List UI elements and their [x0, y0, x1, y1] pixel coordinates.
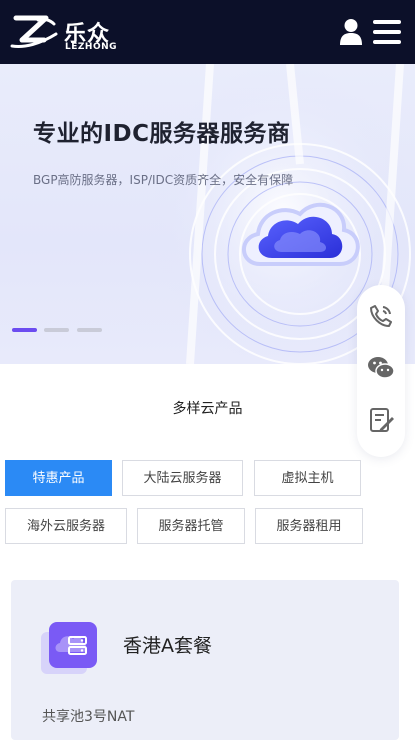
product-description: 共享池3号NAT: [42, 709, 135, 725]
product-card[interactable]: 香港A套餐 共享池3号NAT: [11, 580, 399, 740]
tab-mainland-cloud[interactable]: 大陆云服务器: [122, 460, 243, 496]
phone-icon[interactable]: [366, 301, 396, 331]
user-icon[interactable]: [339, 18, 363, 46]
floating-contact-bar: [357, 285, 405, 457]
tab-overseas-cloud[interactable]: 海外云服务器: [5, 508, 127, 544]
section-title: 多样云产品: [172, 401, 243, 417]
banner-subtitle: BGP高防服务器，ISP/IDC资质齐全，安全有保障: [33, 173, 294, 187]
tab-virtual-host[interactable]: 虚拟主机: [254, 460, 361, 496]
wechat-icon[interactable]: [366, 353, 396, 383]
top-header: 乐众 LEZHONG: [0, 0, 415, 64]
hamburger-menu-icon[interactable]: [373, 19, 401, 45]
slide-dot[interactable]: [12, 328, 37, 332]
tab-server-hosting[interactable]: 服务器托管: [137, 508, 245, 544]
product-name: 香港A套餐: [123, 635, 212, 657]
banner-title: 专业的IDC服务器服务商: [33, 121, 291, 147]
hero-banner[interactable]: 专业的IDC服务器服务商 BGP高防服务器，ISP/IDC资质齐全，安全有保障: [0, 64, 415, 364]
tab-special-offers[interactable]: 特惠产品: [5, 460, 112, 496]
tab-server-rental[interactable]: 服务器租用: [255, 508, 363, 544]
logo-subtext: LEZHONG: [65, 42, 118, 52]
server-cloud-icon: [41, 620, 101, 676]
lezhong-logo-mark: [10, 15, 58, 48]
logo[interactable]: 乐众 LEZHONG: [10, 12, 118, 54]
slide-dot[interactable]: [44, 328, 69, 332]
slide-dot[interactable]: [77, 328, 102, 332]
